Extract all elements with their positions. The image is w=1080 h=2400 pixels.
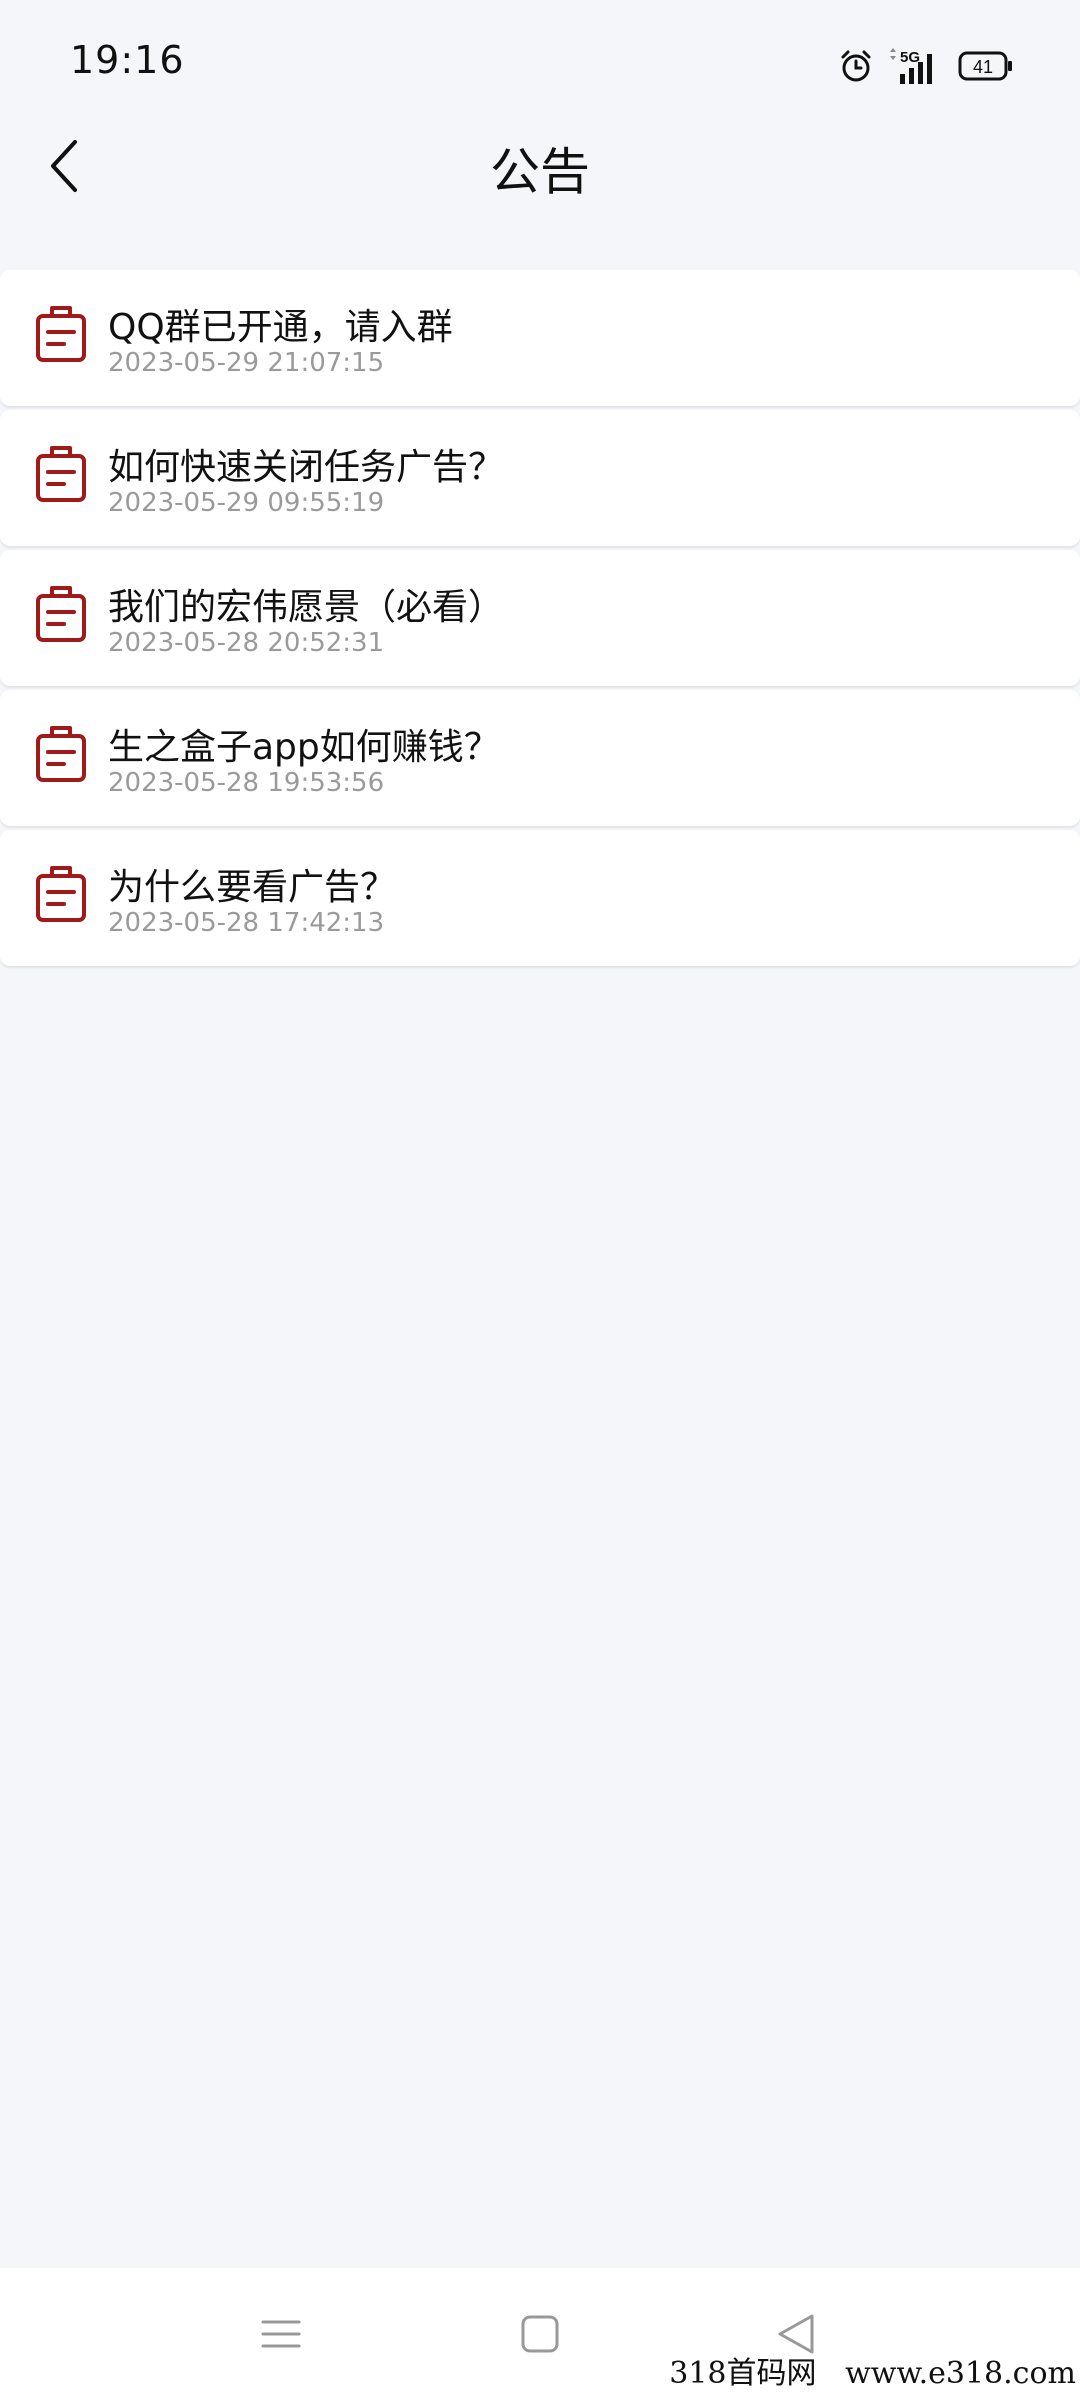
notice-title: 生之盒子app如何赚钱？	[108, 727, 500, 768]
watermark: 318首码网 www.e318.com	[669, 2356, 1076, 2391]
notice-time: 2023-05-29 09:55:19	[108, 488, 385, 518]
notice-time: 2023-05-28 17:42:13	[108, 908, 385, 938]
page-title: 公告	[490, 143, 590, 201]
notice-time: 2023-05-28 19:53:56	[108, 768, 385, 798]
notice-time: 2023-05-29 21:07:15	[108, 348, 385, 378]
network-type: 5G	[900, 49, 920, 66]
clipboard-icon	[36, 586, 86, 642]
notice-title: 为什么要看广告？	[108, 867, 397, 908]
battery-icon: 41	[958, 50, 1014, 82]
clipboard-icon	[36, 866, 86, 922]
battery-level: 41	[973, 57, 993, 77]
header: 公告	[0, 110, 1080, 220]
status-time: 19:16	[70, 38, 185, 82]
alarm-icon	[838, 48, 874, 84]
notice-list: QQ群已开通，请入群 2023-05-29 21:07:15 如何快速关闭任务广…	[0, 270, 1080, 970]
status-icons: 5G 41	[838, 44, 1014, 88]
notice-item[interactable]: 我们的宏伟愿景（必看） 2023-05-28 20:52:31	[0, 550, 1080, 686]
square-icon	[521, 2315, 559, 2353]
notice-item[interactable]: 为什么要看广告？ 2023-05-28 17:42:13	[0, 830, 1080, 966]
signal-icon: 5G	[886, 46, 942, 86]
clipboard-icon	[36, 726, 86, 782]
notice-item[interactable]: QQ群已开通，请入群 2023-05-29 21:07:15	[0, 270, 1080, 406]
clipboard-icon	[36, 446, 86, 502]
nav-home-button[interactable]	[510, 2304, 570, 2364]
notice-item[interactable]: 生之盒子app如何赚钱？ 2023-05-28 19:53:56	[0, 690, 1080, 826]
notice-title: QQ群已开通，请入群	[108, 307, 453, 348]
notice-time: 2023-05-28 20:52:31	[108, 628, 385, 658]
menu-icon	[261, 2320, 301, 2348]
notice-title: 如何快速关闭任务广告？	[108, 447, 505, 488]
notice-item[interactable]: 如何快速关闭任务广告？ 2023-05-29 09:55:19	[0, 410, 1080, 546]
nav-menu-button[interactable]	[251, 2304, 311, 2364]
clipboard-icon	[36, 306, 86, 362]
notice-title: 我们的宏伟愿景（必看）	[108, 587, 505, 628]
